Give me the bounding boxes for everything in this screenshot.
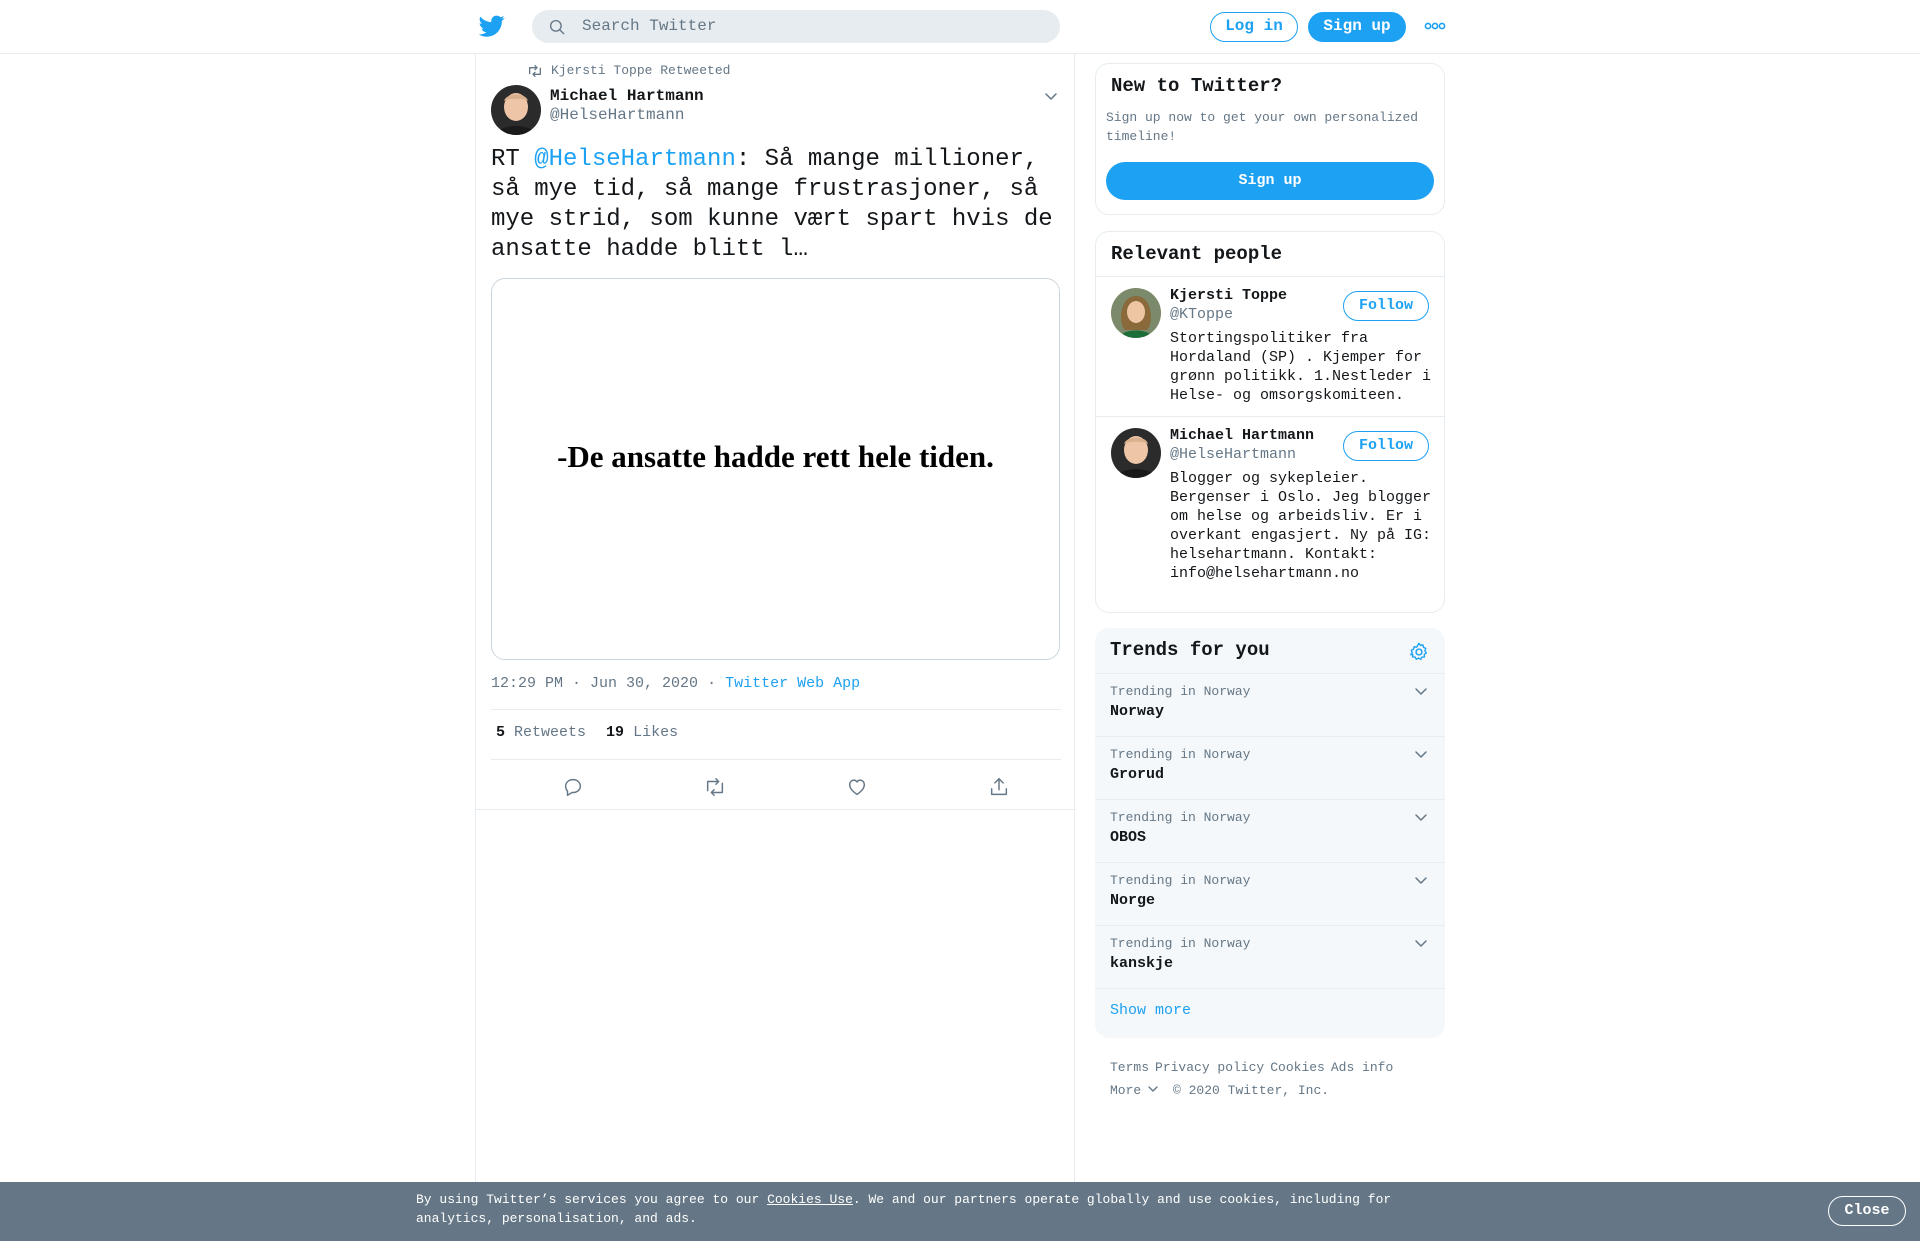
- person-handle[interactable]: @HelseHartmann: [1170, 446, 1296, 463]
- trend-context: Trending in Norway: [1110, 684, 1251, 699]
- tweet-source-link[interactable]: Twitter Web App: [725, 675, 860, 692]
- mention-link[interactable]: @HelseHartmann: [534, 146, 736, 173]
- search-icon: [549, 19, 565, 35]
- retweet-context: Kjersti Toppe Retweeted: [527, 63, 730, 78]
- relevant-people-card: Relevant people Kjersti Toppe @KToppe Fo…: [1095, 231, 1445, 613]
- footer-copyright: © 2020 Twitter, Inc.: [1173, 1083, 1330, 1098]
- likes-count: 19: [606, 724, 625, 741]
- retweets-label: Retweets: [514, 724, 587, 741]
- like-heart-icon[interactable]: [846, 776, 868, 798]
- person-handle[interactable]: @KToppe: [1170, 306, 1233, 323]
- footer-more-link[interactable]: More: [1110, 1083, 1159, 1098]
- retweets-stat[interactable]: 5 Retweets: [496, 724, 586, 741]
- relevant-people-title: Relevant people: [1111, 243, 1283, 265]
- chevron-down-icon: [1148, 1086, 1158, 1092]
- divider: [1096, 276, 1444, 277]
- trends-title: Trends for you: [1110, 639, 1270, 661]
- divider: [491, 709, 1061, 710]
- trend-item[interactable]: Trending in Norway kanskje: [1095, 925, 1445, 988]
- cookie-consent-text: By using Twitter’s services you agree to…: [416, 1190, 1416, 1228]
- person-bio: Stortingspolitiker fra Hordaland (SP) . …: [1170, 330, 1432, 404]
- tweet-timestamp-line: 12:29 PM · Jun 30, 2020 · Twitter Web Ap…: [491, 675, 860, 692]
- login-button[interactable]: Log in: [1210, 12, 1298, 42]
- media-caption-text: -De ansatte hadde rett hele tiden.: [557, 439, 994, 474]
- search-box[interactable]: Search Twitter: [532, 10, 1060, 43]
- person-avatar-helsehartmann[interactable]: [1111, 428, 1161, 478]
- signup-button[interactable]: Sign up: [1308, 12, 1406, 42]
- cookie-text-before: By using Twitter’s services you agree to…: [416, 1192, 768, 1207]
- new-to-twitter-title: New to Twitter?: [1111, 75, 1283, 97]
- author-avatar[interactable]: [491, 85, 541, 135]
- chevron-down-icon[interactable]: [1413, 809, 1429, 825]
- person-name[interactable]: Michael Hartmann: [1170, 427, 1314, 444]
- chevron-down-icon[interactable]: [1413, 872, 1429, 888]
- footer-cookies-link[interactable]: Cookies: [1270, 1060, 1325, 1075]
- trend-context: Trending in Norway: [1110, 936, 1251, 951]
- search-input[interactable]: Search Twitter: [582, 17, 716, 35]
- trend-name: OBOS: [1110, 829, 1147, 846]
- person-avatar-ktoppe[interactable]: [1111, 288, 1161, 338]
- tweet-stats: 5 Retweets 19 Likes: [496, 724, 678, 741]
- top-navigation-bar: Search Twitter Log in Sign up: [0, 0, 1920, 54]
- author-handle[interactable]: @HelseHartmann: [550, 106, 684, 124]
- follow-button-helsehartmann[interactable]: Follow: [1343, 431, 1429, 461]
- tweet-text: RT @HelseHartmann: Så mange millioner, s…: [491, 145, 1061, 265]
- cookies-use-link[interactable]: Cookies Use: [767, 1192, 853, 1207]
- trend-name: Norway: [1110, 703, 1165, 720]
- retweets-count: 5: [496, 724, 506, 741]
- cookie-consent-bar: By using Twitter’s services you agree to…: [0, 1182, 1920, 1241]
- footer-more-label: More: [1110, 1083, 1142, 1098]
- tweet-action-bar: [476, 760, 1076, 810]
- trend-item[interactable]: Trending in Norway Grorud: [1095, 736, 1445, 799]
- trend-item[interactable]: Trending in Norway Norge: [1095, 862, 1445, 925]
- retweet-small-icon: [529, 64, 541, 77]
- trend-name: Grorud: [1110, 766, 1165, 783]
- trend-item[interactable]: Trending in Norway Norway: [1095, 673, 1445, 736]
- chevron-down-icon[interactable]: [1413, 746, 1429, 762]
- new-to-twitter-subtitle: Sign up now to get your own personalized…: [1106, 110, 1419, 144]
- trend-name: Norge: [1110, 892, 1156, 909]
- trends-card: Trends for you Trending in Norway Norway…: [1095, 628, 1445, 1038]
- divider: [1095, 988, 1445, 989]
- signup-large-button[interactable]: Sign up: [1106, 162, 1434, 200]
- chevron-down-icon[interactable]: [1413, 935, 1429, 951]
- tweet-text-prefix: RT: [491, 146, 535, 173]
- author-name[interactable]: Michael Hartmann: [550, 87, 704, 105]
- meta-separator: ·: [707, 675, 717, 692]
- follow-button-ktoppe[interactable]: Follow: [1343, 291, 1429, 321]
- footer-ads-link[interactable]: Ads info: [1331, 1060, 1393, 1075]
- tweet-time[interactable]: 12:29 PM · Jun 30, 2020: [491, 675, 698, 692]
- retweet-icon[interactable]: [704, 776, 726, 798]
- tweet-menu-chevron-icon[interactable]: [1043, 88, 1059, 104]
- person-bio: Blogger og sykepleier. Bergenser i Oslo.…: [1170, 470, 1432, 582]
- tweet-media-image[interactable]: -De ansatte hadde rett hele tiden.: [491, 278, 1060, 660]
- divider: [1096, 416, 1444, 417]
- footer-privacy-link[interactable]: Privacy policy: [1155, 1060, 1264, 1075]
- trend-name: kanskje: [1110, 955, 1174, 972]
- settings-gear-icon[interactable]: [1408, 641, 1430, 663]
- more-options-icon[interactable]: [1424, 20, 1446, 32]
- trend-context: Trending in Norway: [1110, 810, 1251, 825]
- new-to-twitter-card: New to Twitter? Sign up now to get your …: [1095, 63, 1445, 215]
- retweeted-by-text[interactable]: Kjersti Toppe Retweeted: [551, 63, 730, 78]
- sidebar-footer: Terms Privacy policy Cookies Ads info More …: [1110, 1056, 1440, 1102]
- trend-item[interactable]: Trending in Norway OBOS: [1095, 799, 1445, 862]
- reply-icon[interactable]: [562, 776, 584, 798]
- tweet-column: Kjersti Toppe Retweeted Michael Hartmann…: [475, 54, 1076, 1186]
- likes-stat[interactable]: 19 Likes: [606, 724, 678, 741]
- close-button[interactable]: Close: [1828, 1196, 1906, 1226]
- footer-terms-link[interactable]: Terms: [1110, 1060, 1149, 1075]
- show-more-link[interactable]: Show more: [1110, 1002, 1191, 1019]
- chevron-down-icon[interactable]: [1413, 683, 1429, 699]
- likes-label: Likes: [633, 724, 679, 741]
- trend-context: Trending in Norway: [1110, 873, 1251, 888]
- share-icon[interactable]: [988, 776, 1010, 798]
- trend-context: Trending in Norway: [1110, 747, 1251, 762]
- person-name[interactable]: Kjersti Toppe: [1170, 287, 1287, 304]
- twitter-bird-logo-icon[interactable]: [478, 13, 506, 39]
